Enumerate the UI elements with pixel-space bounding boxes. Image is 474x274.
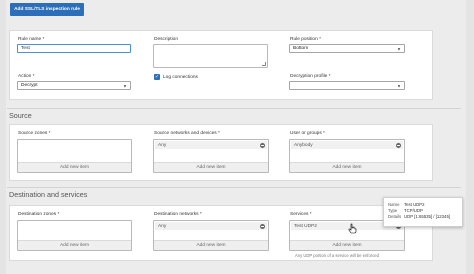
destination-heading: Destination and services xyxy=(9,190,88,199)
destination-networks-add-button[interactable]: Add new item xyxy=(154,240,268,250)
list-item[interactable]: Any xyxy=(155,222,267,230)
user-or-groups-add-button[interactable]: Add new item xyxy=(290,162,404,172)
scrollbar[interactable] xyxy=(466,0,474,274)
hand-cursor-icon xyxy=(348,223,357,234)
rule-position-value: Bottom xyxy=(293,46,309,51)
rule-position-select[interactable]: Bottom ▼ xyxy=(289,44,405,53)
services-add-button[interactable]: Add new item xyxy=(290,240,404,250)
chevron-down-icon: ▼ xyxy=(123,83,127,88)
chevron-down-icon: ▼ xyxy=(397,83,401,88)
description-label: Description xyxy=(154,37,178,42)
source-networks-item: Any xyxy=(158,142,167,148)
tooltip-details-key: Details xyxy=(388,213,402,219)
source-zones-list[interactable]: Add new item xyxy=(17,139,132,173)
list-item[interactable]: Anybody xyxy=(291,141,403,149)
chevron-down-icon: ▼ xyxy=(397,46,401,51)
log-connections-checkbox[interactable]: ✓ xyxy=(154,74,160,80)
rule-name-input[interactable]: Test xyxy=(17,44,131,53)
list-item[interactable]: Any xyxy=(155,141,267,149)
decryption-profile-label: Decryption profile * xyxy=(290,74,331,79)
destination-networks-list[interactable]: Any Add new item xyxy=(153,220,269,251)
description-textarea[interactable] xyxy=(153,44,268,68)
tooltip-name-key: Name xyxy=(388,201,400,207)
section-divider xyxy=(7,187,461,188)
user-or-groups-item: Anybody xyxy=(294,142,313,148)
source-zones-add-button[interactable]: Add new item xyxy=(18,162,131,172)
check-icon: ✓ xyxy=(154,74,160,80)
remove-icon[interactable] xyxy=(260,142,265,148)
rule-name-label: Rule name * xyxy=(18,37,45,42)
user-or-groups-list[interactable]: Anybody Add new item xyxy=(289,139,405,173)
tooltip-row: Details UDP [1:65535] / [12345] xyxy=(388,213,458,219)
tooltip-name-value: Test UDP2 xyxy=(404,201,425,207)
services-note: Any UDP portion of a service will be enf… xyxy=(295,253,379,258)
tooltip-type-value: TCP/UDP xyxy=(404,207,423,213)
tooltip-details-value: UDP [1:65535] / [12345] xyxy=(404,213,451,219)
source-zones-label: Source zones * xyxy=(18,131,51,136)
remove-icon[interactable] xyxy=(260,223,265,229)
rule-name-value: Test xyxy=(21,46,30,51)
destination-zones-list[interactable]: Add new item xyxy=(17,220,132,251)
add-ssl-tls-inspection-rule-button[interactable]: Add SSL/TLS inspection rule xyxy=(10,3,84,16)
service-tooltip: Name Test UDP2 Type TCP/UDP Details UDP [1:… xyxy=(383,197,463,227)
source-networks-list[interactable]: Any Add new item xyxy=(153,139,269,173)
destination-networks-item: Any xyxy=(158,223,167,229)
left-rail xyxy=(0,0,6,274)
services-label: Services * xyxy=(290,212,312,217)
services-item: Test UDP2 xyxy=(294,223,317,229)
remove-icon[interactable] xyxy=(396,142,401,148)
resize-grip-icon[interactable] xyxy=(262,62,266,66)
tooltip-type-key: Type xyxy=(388,207,398,213)
destination-networks-label: Destination networks * xyxy=(154,212,202,217)
source-networks-add-button[interactable]: Add new item xyxy=(154,162,268,172)
action-select[interactable]: Decrypt ▼ xyxy=(17,81,131,90)
action-label: Action * xyxy=(18,74,35,79)
decryption-profile-select[interactable]: ▼ xyxy=(289,81,405,90)
user-or-groups-label: User or groups * xyxy=(290,131,325,136)
rule-position-label: Rule position * xyxy=(290,37,321,42)
destination-zones-label: Destination zones * xyxy=(18,212,60,217)
action-value: Decrypt xyxy=(21,83,38,88)
log-connections-label: Log connections xyxy=(163,75,198,80)
source-heading: Source xyxy=(9,111,32,120)
source-networks-label: Source networks and devices * xyxy=(154,131,220,136)
section-divider xyxy=(7,108,461,109)
destination-zones-add-button[interactable]: Add new item xyxy=(18,240,131,250)
